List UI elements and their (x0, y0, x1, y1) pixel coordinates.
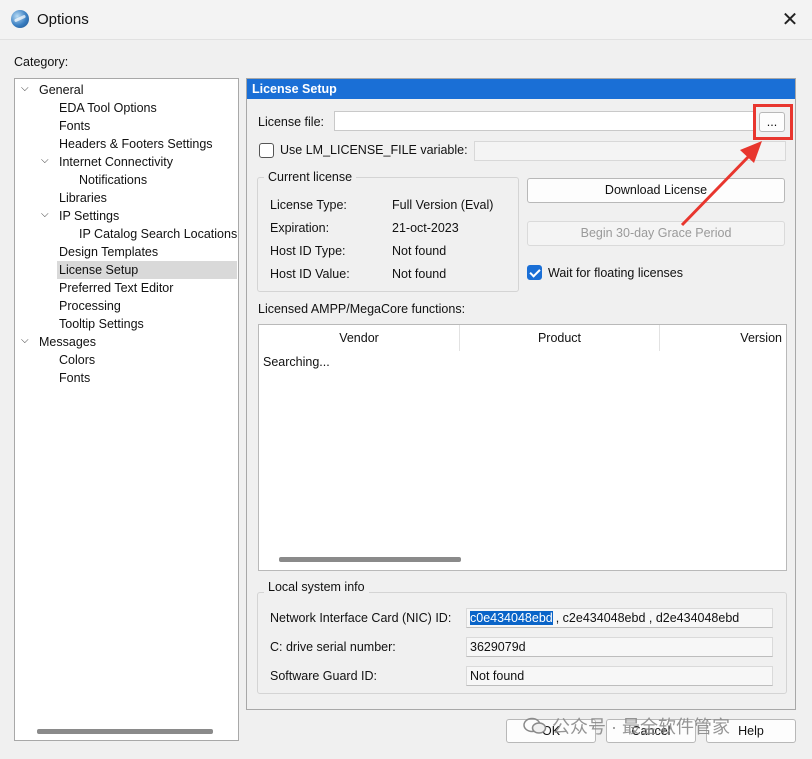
close-icon[interactable]: ✕ (779, 9, 801, 31)
tree-item-label: Processing (59, 299, 121, 313)
list-status: Searching... (263, 355, 330, 369)
software-guard-field[interactable]: Not found (466, 666, 773, 686)
tree-item[interactable]: IP Settings (57, 207, 119, 225)
nic-other-ids: , c2e434048ebd , d2e434048ebd (555, 611, 740, 625)
host-id-type-label: Host ID Type: (270, 244, 346, 258)
tree-item[interactable]: Colors (57, 351, 95, 369)
host-id-value-value: Not found (392, 267, 447, 281)
expiration-value: 21-oct-2023 (392, 221, 459, 235)
tree-item-label: IP Catalog Search Locations (79, 227, 238, 241)
chevron-down-icon[interactable]: ⌵ (41, 156, 51, 166)
drive-serial-field[interactable]: 3629079d (466, 637, 773, 657)
category-tree[interactable]: General ⌵ EDA Tool Options Fonts Headers & F… (14, 78, 239, 741)
tree-item[interactable]: Fonts (57, 117, 90, 135)
column-vendor[interactable]: Vendor (259, 325, 460, 351)
column-version[interactable]: Version (660, 325, 786, 351)
title-bar (0, 0, 812, 40)
tree-item[interactable]: Fonts (57, 369, 90, 387)
tree-item-label: Colors (59, 353, 96, 367)
tree-item[interactable]: General (37, 81, 83, 99)
license-type-label: License Type: (270, 198, 347, 212)
tree-item-label: EDA Tool Options (59, 101, 157, 115)
tree-item-label: Fonts (59, 371, 91, 385)
nic-selected-text: c0e434048ebd (470, 611, 553, 625)
tree-item[interactable]: Preferred Text Editor (57, 279, 173, 297)
tree-item-label: Tooltip Settings (59, 317, 144, 331)
tree-item-label: General (39, 83, 84, 97)
chevron-down-icon[interactable]: ⌵ (21, 336, 31, 346)
tree-item-label: Internet Connectivity (59, 155, 173, 169)
nic-label: Network Interface Card (NIC) ID: (270, 611, 452, 625)
drive-serial-label: C: drive serial number: (270, 640, 396, 654)
list-horizontal-scrollbar[interactable] (279, 557, 461, 562)
wechat-watermark-icon (523, 717, 547, 734)
tree-item-label: Libraries (59, 191, 107, 205)
window-title: Options (37, 11, 89, 28)
chevron-down-icon[interactable]: ⌵ (41, 210, 51, 220)
chevron-down-icon[interactable]: ⌵ (21, 84, 31, 94)
host-id-type-value: Not found (392, 244, 447, 258)
functions-list[interactable]: Vendor Product Version Searching... (258, 324, 787, 571)
license-file-label: License file: (258, 115, 325, 129)
tree-item-label: Fonts (59, 119, 91, 133)
tree-item[interactable]: EDA Tool Options (57, 99, 157, 117)
tree-item[interactable]: Design Templates (57, 243, 158, 261)
current-license-title: Current license (264, 170, 357, 184)
watermark-text: 公众号 · 最全软件管家 (552, 717, 730, 737)
column-product[interactable]: Product (460, 325, 660, 351)
panel-header: License Setup (247, 79, 795, 99)
host-id-value-label: Host ID Value: (270, 267, 350, 281)
use-env-checkbox[interactable] (259, 143, 274, 158)
tree-item-label: Headers & Footers Settings (59, 137, 213, 151)
expiration-label: Expiration: (270, 221, 330, 235)
tree-item-label: License Setup (59, 263, 139, 277)
category-label: Category: (14, 55, 69, 69)
tree-item[interactable]: Messages (37, 333, 96, 351)
annotation-arrow-icon (680, 141, 762, 227)
wait-floating-label: Wait for floating licenses (548, 266, 684, 280)
license-file-input[interactable] (334, 111, 754, 131)
local-system-info-title: Local system info (264, 580, 369, 594)
tree-item[interactable]: Processing (57, 297, 121, 315)
nic-field[interactable]: c0e434048ebd, c2e434048ebd , d2e434048eb… (466, 608, 773, 628)
tree-item-label: Messages (39, 335, 96, 349)
functions-label: Licensed AMPP/MegaCore functions: (258, 302, 466, 316)
software-guard-label: Software Guard ID: (270, 669, 377, 683)
tree-item-label: Design Templates (59, 245, 159, 259)
tree-item-label: Preferred Text Editor (59, 281, 174, 295)
tree-horizontal-scrollbar[interactable] (37, 729, 213, 734)
tree-item-label: Notifications (79, 173, 148, 187)
tree-item[interactable]: Headers & Footers Settings (57, 135, 213, 153)
tree-item[interactable]: IP Catalog Search Locations (77, 225, 237, 243)
use-env-label: Use LM_LICENSE_FILE variable: (280, 143, 468, 157)
tree-item[interactable]: License Setup (57, 261, 237, 279)
wait-floating-checkbox[interactable] (527, 265, 542, 280)
app-globe-icon (11, 10, 29, 28)
tree-item-label: IP Settings (59, 209, 120, 223)
license-type-value: Full Version (Eval) (392, 198, 494, 212)
tree-item[interactable]: Tooltip Settings (57, 315, 144, 333)
tree-item[interactable]: Libraries (57, 189, 107, 207)
tree-item[interactable]: Notifications (77, 171, 147, 189)
tree-item[interactable]: Internet Connectivity (57, 153, 173, 171)
